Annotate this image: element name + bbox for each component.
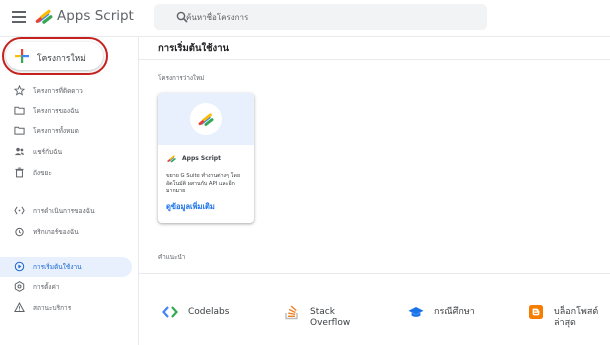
sidebar-item-label: แชร์กับฉัน	[33, 148, 63, 156]
title-divider	[139, 59, 610, 60]
card-title: Apps Script	[182, 155, 221, 162]
apps-script-logo-small	[167, 155, 176, 163]
apps-script-logo	[35, 9, 53, 24]
blank-projects-heading: โครงการว่างใหม่	[158, 75, 205, 82]
card-banner	[158, 93, 254, 145]
apps-script-card[interactable]: Apps Script ขยาย G Suite ทำงานต่างๆ โดยอ…	[158, 93, 254, 223]
executions-icon	[14, 206, 25, 215]
sidebar-item-label: ถังขยะ	[33, 169, 52, 177]
alarm-icon	[15, 227, 24, 237]
sidebar-item-all-projects[interactable]: โครงการทั้งหมด	[0, 121, 132, 141]
star-icon	[14, 85, 25, 96]
sidebar-item-label: การเริ่มต้นใช้งาน	[33, 263, 82, 271]
sidebar-item-starred[interactable]: โครงการที่ติดดาว	[0, 81, 132, 101]
sidebar-item-label: ทริกเกอร์ของฉัน	[33, 228, 79, 236]
resource-label: กรณีศึกษา	[434, 307, 475, 317]
trash-icon	[15, 167, 24, 178]
top-bar: Apps Script ค้นหาชื่อโครงการ	[0, 0, 610, 36]
resource-codelabs[interactable]: Codelabs	[162, 296, 272, 328]
learn-more-link[interactable]: ดูข้อมูลเพิ่มเติม	[166, 201, 215, 213]
settings-icon	[14, 281, 25, 292]
blogger-icon	[529, 305, 543, 319]
resource-case-studies[interactable]: กรณีศึกษา	[408, 296, 508, 328]
sidebar-item-shared[interactable]: แชร์กับฉัน	[0, 142, 132, 162]
sidebar-item-getting-started[interactable]: การเริ่มต้นใช้งาน	[0, 257, 132, 277]
sidebar-item-triggers[interactable]: ทริกเกอร์ของฉัน	[0, 222, 132, 242]
resources-heading: คำแนะนำ	[158, 254, 186, 261]
sidebar-item-label: สถานะบริการ	[33, 304, 72, 312]
sidebar-item-label: การดำเนินการของฉัน	[33, 207, 95, 215]
warning-icon	[14, 302, 25, 313]
play-circle-icon	[14, 261, 25, 272]
resource-blog[interactable]: บล็อกโพสต์ล่าสุด	[528, 296, 608, 328]
sidebar-item-executions[interactable]: การดำเนินการของฉัน	[0, 201, 132, 221]
sidebar-item-service-status[interactable]: สถานะบริการ	[0, 298, 132, 318]
folder-icon	[14, 126, 25, 135]
app-title: Apps Script	[57, 8, 134, 24]
sidebar-divider	[138, 36, 139, 345]
search-placeholder[interactable]: ค้นหาชื่อโครงการ	[186, 11, 248, 24]
sidebar-item-label: โครงการที่ติดดาว	[33, 87, 83, 95]
top-bar-divider	[0, 36, 610, 37]
sidebar-item-label: โครงการทั้งหมด	[33, 127, 79, 135]
sidebar-item-label: การตั้งค่า	[33, 283, 60, 291]
sidebar-item-label: โครงการของฉัน	[33, 107, 79, 115]
stack-overflow-icon	[285, 305, 298, 320]
sidebar-item-trash[interactable]: ถังขยะ	[0, 163, 132, 183]
apps-script-logo	[198, 113, 214, 126]
graduation-cap-icon	[408, 307, 424, 317]
people-icon	[14, 147, 25, 156]
plus-icon	[15, 49, 29, 63]
resource-label: บล็อกโพสต์ล่าสุด	[554, 307, 599, 328]
sidebar-item-my-projects[interactable]: โครงการของฉัน	[0, 101, 132, 121]
card-description: ขยาย G Suite ทำงานต่างๆ โดยอัตโนมัติ ผสา…	[166, 173, 241, 195]
main-menu-icon[interactable]	[12, 11, 26, 23]
resources-divider	[139, 273, 610, 274]
resource-label: Codelabs	[188, 307, 230, 317]
folder-icon	[14, 106, 25, 115]
new-project-label: โครงการใหม่	[37, 54, 86, 64]
resource-stack-overflow[interactable]: Stack Overflow	[284, 296, 384, 328]
card-logo-circle	[190, 103, 222, 135]
new-project-button[interactable]: โครงการใหม่	[6, 42, 103, 70]
codelabs-icon	[162, 306, 178, 318]
resource-label: Stack Overflow	[310, 307, 351, 328]
page-title: การเริ่มต้นใช้งาน	[158, 43, 230, 54]
sidebar-item-settings[interactable]: การตั้งค่า	[0, 277, 132, 297]
